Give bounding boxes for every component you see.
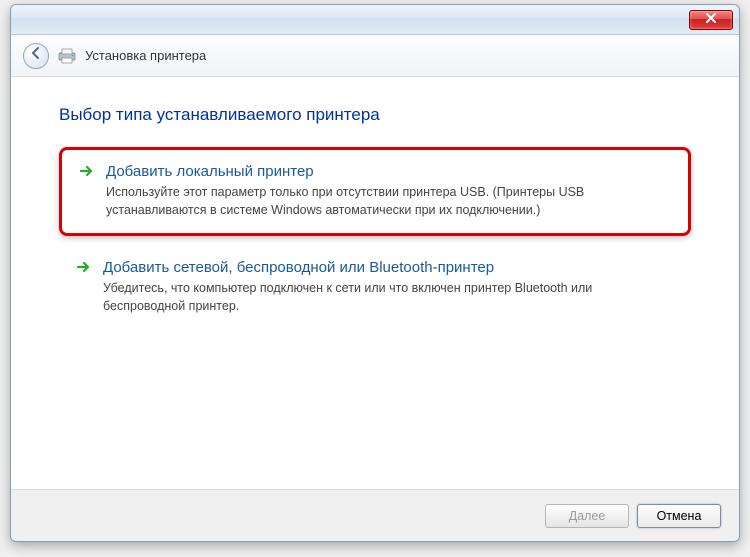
option-title: Добавить сетевой, беспроводной или Bluet…	[103, 259, 494, 276]
header-title: Установка принтера	[85, 48, 206, 63]
option-description: Убедитесь, что компьютер подключен к сет…	[75, 280, 675, 315]
content-area: Выбор типа устанавливаемого принтера Доб…	[11, 77, 739, 489]
header-bar: Установка принтера	[11, 35, 739, 77]
option-description: Используйте этот параметр только при отс…	[78, 184, 672, 219]
option-local-printer[interactable]: Добавить локальный принтер Используйте э…	[59, 147, 691, 236]
page-heading: Выбор типа устанавливаемого принтера	[59, 105, 691, 125]
back-button[interactable]	[23, 43, 49, 69]
close-button[interactable]	[689, 10, 733, 30]
option-head: Добавить сетевой, беспроводной или Bluet…	[75, 258, 675, 276]
footer-bar: Далее Отмена	[11, 489, 739, 541]
close-icon	[705, 11, 717, 29]
titlebar	[11, 5, 739, 35]
option-title: Добавить локальный принтер	[106, 163, 314, 180]
arrow-right-icon	[78, 162, 96, 180]
printer-icon	[57, 48, 77, 64]
option-network-printer[interactable]: Добавить сетевой, беспроводной или Bluet…	[59, 246, 691, 329]
wizard-window: Установка принтера Выбор типа устанавлив…	[10, 4, 740, 542]
back-arrow-icon	[29, 46, 43, 65]
option-head: Добавить локальный принтер	[78, 162, 672, 180]
next-button: Далее	[545, 504, 629, 528]
arrow-right-icon	[75, 258, 93, 276]
cancel-button[interactable]: Отмена	[637, 504, 721, 528]
